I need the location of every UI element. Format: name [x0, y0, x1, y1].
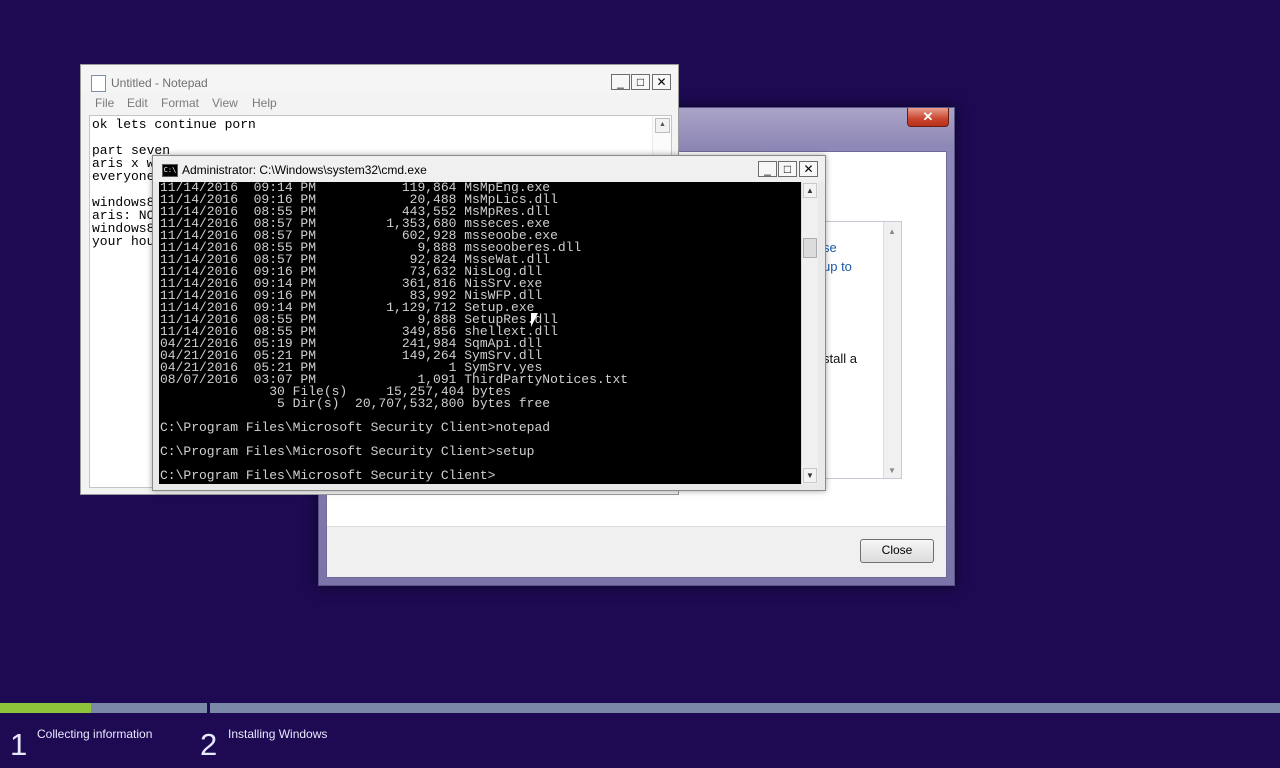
scroll-up-icon[interactable]: ▲: [888, 227, 896, 236]
step-number: 2: [200, 727, 218, 762]
setup-body-text: stall a: [823, 351, 857, 366]
cmd-console[interactable]: 11/14/2016 09:14 PM 119,864 MsMpEng.exe …: [159, 182, 801, 484]
menu-view[interactable]: View: [212, 96, 238, 110]
scroll-up-icon[interactable]: ▲: [803, 183, 817, 198]
notepad-line: ok lets continue porn: [92, 117, 256, 132]
close-button[interactable]: Close: [860, 539, 934, 563]
cmd-maximize-button[interactable]: □: [778, 161, 797, 177]
step-label: Collecting information: [37, 727, 153, 741]
cmd-scrollbar[interactable]: ▲ ▼: [801, 182, 818, 484]
progress-segment-collecting: [0, 703, 207, 713]
setup-panel-scrollbar[interactable]: ▲ ▼: [883, 222, 901, 478]
notepad-close-button[interactable]: ✕: [652, 74, 671, 90]
scroll-up-icon[interactable]: ▲: [655, 118, 670, 133]
cmd-titlebar[interactable]: C:\ Administrator: C:\Windows\system32\c…: [153, 156, 825, 182]
step-number: 1: [10, 727, 28, 762]
cmd-title: Administrator: C:\Windows\system32\cmd.e…: [182, 163, 427, 177]
menu-edit[interactable]: Edit: [127, 96, 148, 110]
console-line: C:\Program Files\Microsoft Security Clie…: [160, 444, 535, 459]
menu-format[interactable]: Format: [161, 96, 199, 110]
notepad-menubar: File Edit Format View Help: [81, 94, 678, 112]
cmd-window: C:\ Administrator: C:\Windows\system32\c…: [152, 155, 826, 491]
step-label: Installing Windows: [228, 727, 328, 741]
setup-close-x-button[interactable]: ✕: [907, 108, 949, 127]
cmd-icon: C:\: [162, 164, 178, 177]
console-line: C:\Program Files\Microsoft Security Clie…: [160, 468, 496, 483]
setup-progress-bar: [0, 703, 1280, 713]
progress-segment-installing: [210, 703, 1280, 713]
menu-file[interactable]: File: [95, 96, 114, 110]
setup-link-text-2[interactable]: up to: [823, 259, 852, 274]
progress-fill: [0, 703, 92, 713]
mouse-cursor-icon: [531, 313, 538, 327]
notepad-title: Untitled - Notepad: [111, 76, 208, 90]
notepad-icon: [91, 75, 106, 92]
notepad-line: your hou: [92, 234, 155, 249]
cmd-close-button[interactable]: ✕: [799, 161, 818, 177]
cmd-scroll-thumb[interactable]: [803, 238, 817, 258]
menu-help[interactable]: Help: [252, 96, 277, 110]
notepad-titlebar[interactable]: Untitled - Notepad _ □ ✕: [81, 65, 678, 93]
console-line: C:\Program Files\Microsoft Security Clie…: [160, 420, 551, 435]
notepad-minimize-button[interactable]: _: [611, 74, 630, 90]
cmd-minimize-button[interactable]: _: [758, 161, 777, 177]
scroll-down-icon[interactable]: ▼: [803, 468, 817, 483]
console-line: 5 Dir(s) 20,707,532,800 bytes free: [160, 396, 551, 411]
notepad-maximize-button[interactable]: □: [631, 74, 650, 90]
notepad-line: everyone: [92, 169, 155, 184]
setup-footer: Close: [327, 526, 946, 577]
scroll-down-icon[interactable]: ▼: [888, 466, 896, 475]
